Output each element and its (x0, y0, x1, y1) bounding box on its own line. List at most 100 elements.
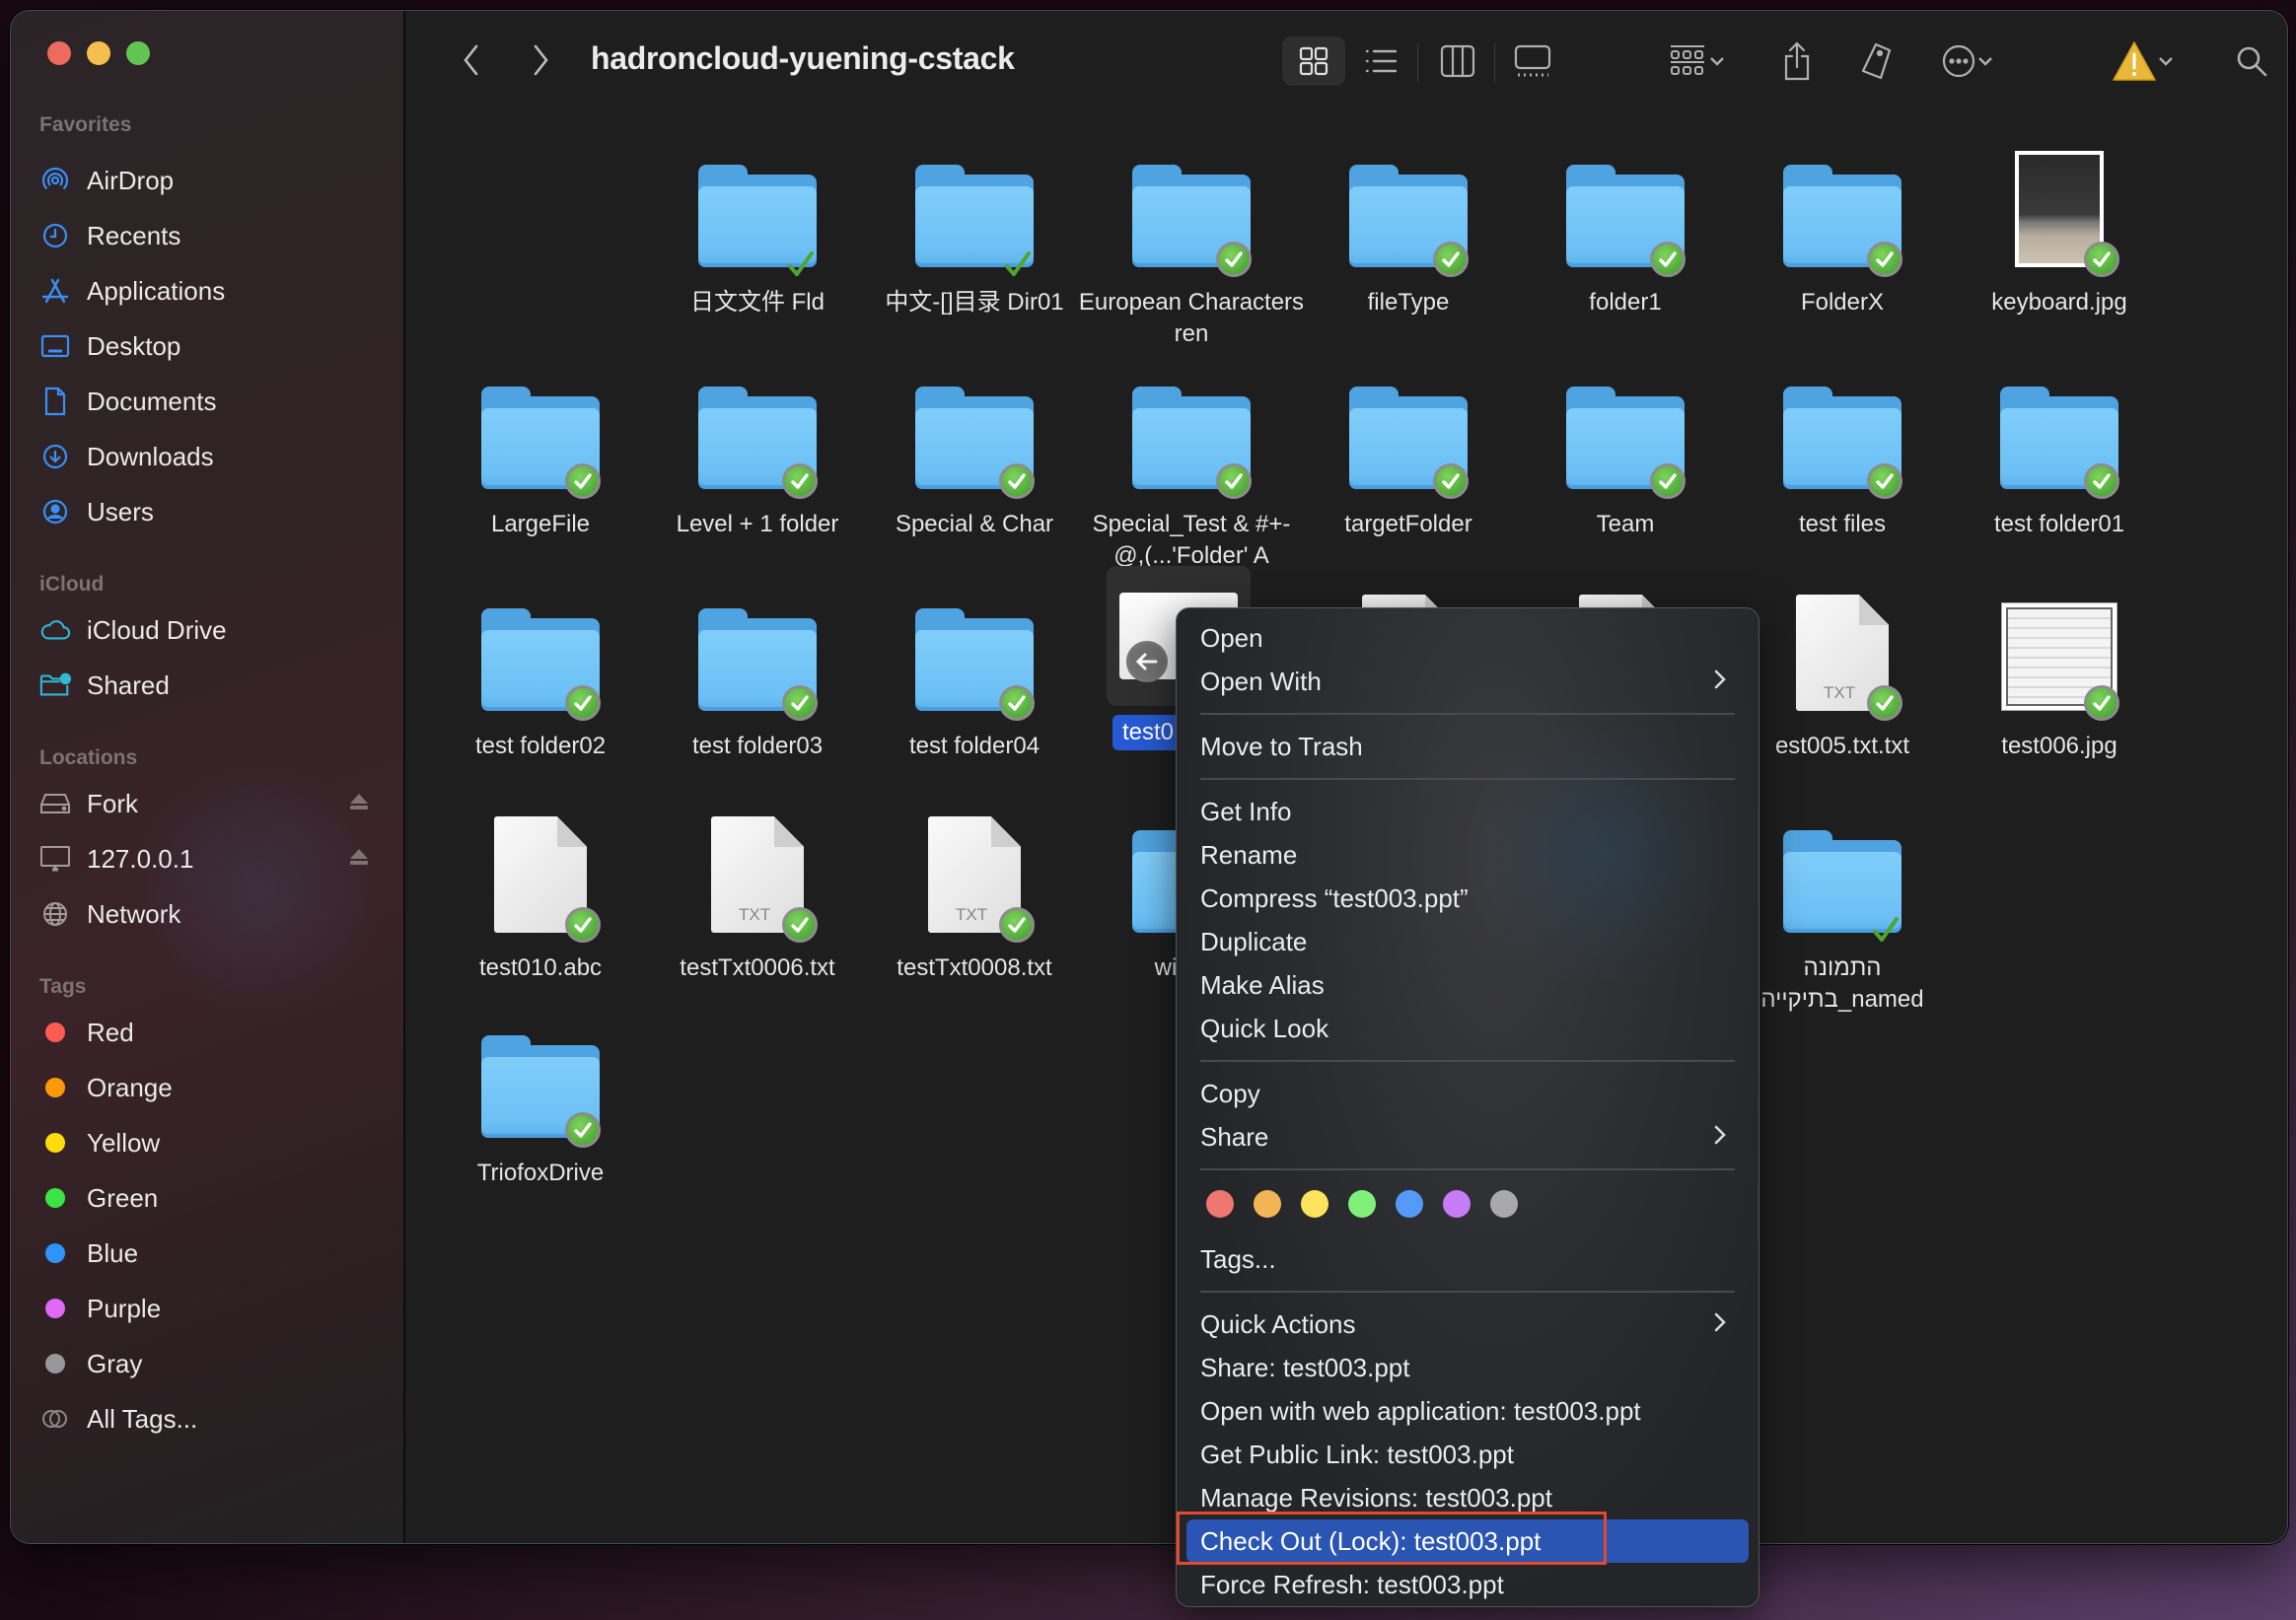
folder-item[interactable]: test files (1739, 361, 1946, 540)
folder-item[interactable]: Special_Test & #+-@,(...'Folder' A (1088, 361, 1295, 572)
tag-color-option[interactable] (1254, 1190, 1281, 1218)
menu-item-rename[interactable]: Rename (1186, 833, 1749, 877)
menu-item-open-with[interactable]: Open With (1186, 660, 1749, 703)
file-item[interactable]: test010.abc (437, 805, 644, 984)
sidebar-item-localhost[interactable]: 127.0.0.1 (39, 837, 375, 880)
sync-complete-badge-icon (1216, 463, 1252, 499)
menu-item-force-refresh-test003-ppt[interactable]: Force Refresh: test003.ppt (1186, 1563, 1749, 1606)
gallery-view-button[interactable] (1508, 36, 1557, 86)
folder-item[interactable]: test folder04 (871, 583, 1078, 762)
tag-color-dot-icon (39, 1182, 71, 1214)
tag-color-picker (1206, 1190, 1518, 1218)
file-item[interactable]: TXT testTxt0008.txt (871, 805, 1078, 984)
file-name: test010.abc (478, 954, 603, 981)
sidebar-item-airdrop[interactable]: AirDrop (39, 159, 375, 202)
sidebar-item-tag-orange[interactable]: Orange (39, 1066, 375, 1109)
folder-item[interactable]: התמונה בתיקייה_named (1739, 805, 1946, 1016)
sidebar-item-tag-gray[interactable]: Gray (39, 1342, 375, 1385)
file-name: folder1 (1589, 289, 1662, 316)
grid-icon (1299, 46, 1328, 76)
folder-item[interactable]: Special & Char (871, 361, 1078, 540)
icon-view-button[interactable] (1282, 36, 1345, 86)
sidebar-item-applications[interactable]: Applications (39, 269, 375, 313)
chevron-down-icon (1710, 57, 1724, 66)
menu-item-move-to-trash[interactable]: Move to Trash (1186, 725, 1749, 768)
sidebar-item-network[interactable]: Network (39, 892, 375, 936)
file-item[interactable]: TXT testTxt0006.txt (654, 805, 861, 984)
folder-item[interactable]: 日文文件 Fld (654, 139, 861, 318)
file-name: testTxt0006.txt (680, 954, 835, 981)
sidebar-item-tag-purple[interactable]: Purple (39, 1287, 375, 1330)
sidebar-item-tag-red[interactable]: Red (39, 1011, 375, 1054)
file-item[interactable]: TXT est005.txt.txt (1739, 583, 1946, 762)
menu-item-open[interactable]: Open (1186, 616, 1749, 660)
folder-item[interactable]: Team (1522, 361, 1729, 540)
folder-item[interactable]: folder1 (1522, 139, 1729, 318)
file-name: 中文-[]目录 Dir01 (885, 289, 1064, 316)
folder-item[interactable]: TriofoxDrive (437, 1010, 644, 1189)
list-icon (1365, 49, 1398, 73)
file-name: LargeFile (490, 511, 591, 537)
menu-item-copy[interactable]: Copy (1186, 1072, 1749, 1115)
sidebar-item-icloud-drive[interactable]: iCloud Drive (39, 608, 375, 652)
search-button[interactable] (2227, 36, 2276, 86)
sync-complete-badge-icon (1650, 242, 1686, 277)
sidebar-item-desktop[interactable]: Desktop (39, 324, 375, 368)
menu-item-make-alias[interactable]: Make Alias (1186, 963, 1749, 1007)
menu-item-get-public-link-test003-ppt[interactable]: Get Public Link: test003.ppt (1186, 1433, 1749, 1476)
sidebar-item-tag-green[interactable]: Green (39, 1176, 375, 1220)
sidebar-item-tag-yellow[interactable]: Yellow (39, 1121, 375, 1164)
edit-tags-button[interactable] (1851, 36, 1901, 86)
menu-item-share-test003-ppt[interactable]: Share: test003.ppt (1186, 1346, 1749, 1389)
sidebar-item-all-tags[interactable]: All Tags... (39, 1397, 375, 1441)
folder-item[interactable]: 中文-[]目录 Dir01 (871, 139, 1078, 318)
menu-item-duplicate[interactable]: Duplicate (1186, 920, 1749, 963)
folder-item[interactable]: fileType (1305, 139, 1512, 318)
menu-item-compress-test003-ppt[interactable]: Compress “test003.ppt” (1186, 877, 1749, 920)
folder-item[interactable]: LargeFile (437, 361, 644, 540)
sidebar-item-documents[interactable]: Documents (39, 380, 375, 423)
sidebar-item-downloads[interactable]: Downloads (39, 435, 375, 478)
tag-color-option[interactable] (1443, 1190, 1471, 1218)
list-view-button[interactable] (1356, 36, 1405, 86)
sidebar-item-fork[interactable]: Fork (39, 782, 375, 825)
sidebar-header-locations: Locations (39, 746, 138, 769)
minimize-window-button[interactable] (87, 41, 110, 65)
folder-item[interactable]: test folder02 (437, 583, 644, 762)
share-button[interactable] (1772, 36, 1822, 86)
sidebar-item-shared[interactable]: Shared (39, 664, 375, 707)
forward-button[interactable] (526, 40, 555, 80)
folder-item[interactable]: Level + 1 folder (654, 361, 861, 540)
group-by-button[interactable] (1660, 36, 1735, 86)
menu-item-share[interactable]: Share (1186, 1115, 1749, 1159)
sidebar-item-recents[interactable]: Recents (39, 214, 375, 257)
sidebar-item-users[interactable]: Users (39, 490, 375, 533)
tag-color-option[interactable] (1490, 1190, 1518, 1218)
more-actions-button[interactable] (1930, 36, 2005, 86)
menu-item-quick-look[interactable]: Quick Look (1186, 1007, 1749, 1050)
zoom-window-button[interactable] (126, 41, 150, 65)
eject-icon[interactable] (348, 792, 370, 816)
tag-color-option[interactable] (1396, 1190, 1423, 1218)
folder-item[interactable]: test folder03 (654, 583, 861, 762)
selected-file-name[interactable]: test0 (1112, 715, 1184, 750)
column-view-button[interactable] (1433, 36, 1482, 86)
menu-item-quick-actions[interactable]: Quick Actions (1186, 1303, 1749, 1346)
file-item[interactable]: test006.jpg (1956, 583, 2163, 762)
folder-item[interactable]: FolderX (1739, 139, 1946, 318)
tag-color-option[interactable] (1301, 1190, 1328, 1218)
tag-color-option[interactable] (1348, 1190, 1376, 1218)
file-item[interactable]: keyboard.jpg (1956, 139, 2163, 318)
warning-status-button[interactable] (2104, 36, 2183, 86)
menu-item-open-with-web-application-test003-ppt[interactable]: Open with web application: test003.ppt (1186, 1389, 1749, 1433)
folder-item[interactable]: test folder01 (1956, 361, 2163, 540)
close-window-button[interactable] (47, 41, 71, 65)
menu-item-tags[interactable]: Tags... (1186, 1237, 1749, 1281)
folder-item[interactable]: targetFolder (1305, 361, 1512, 540)
tag-color-option[interactable] (1206, 1190, 1234, 1218)
back-button[interactable] (457, 40, 486, 80)
menu-item-get-info[interactable]: Get Info (1186, 790, 1749, 833)
eject-icon[interactable] (348, 847, 370, 872)
folder-item[interactable]: European Characters ren (1079, 139, 1304, 350)
sidebar-item-tag-blue[interactable]: Blue (39, 1232, 375, 1275)
